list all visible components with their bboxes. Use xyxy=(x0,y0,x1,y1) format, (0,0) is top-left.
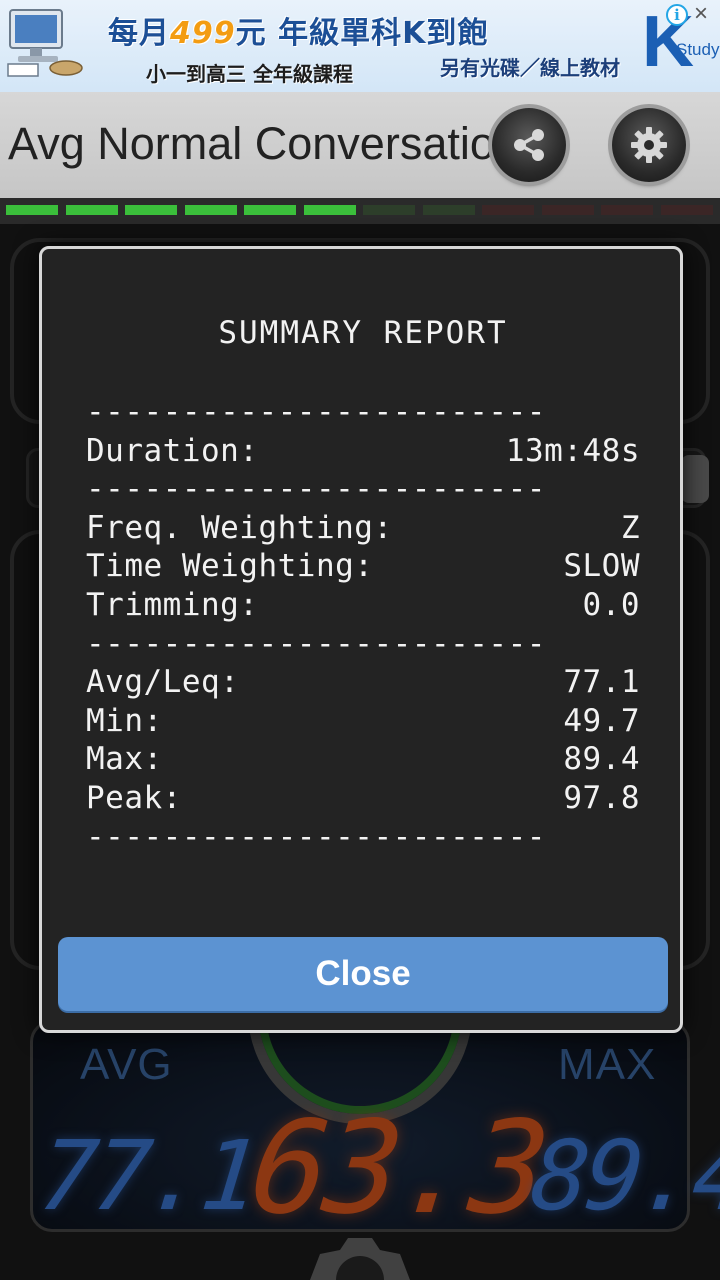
level-segment xyxy=(125,205,177,215)
share-icon xyxy=(514,129,544,161)
row-label: Min: xyxy=(86,702,163,739)
divider: ------------------------ xyxy=(86,818,546,855)
row-label: Freq. Weighting: xyxy=(86,509,393,546)
row-label: Time Weighting: xyxy=(86,548,374,585)
report-row-time-weighting: Time Weighting: SLOW xyxy=(86,547,640,586)
report-row-trimming: Trimming: 0.0 xyxy=(86,586,640,625)
report-row-freq-weighting: Freq. Weighting: Z xyxy=(86,509,640,548)
report-row-avg-leq: Avg/Leq: 77.1 xyxy=(86,663,640,702)
report-row-peak: Peak: 97.8 xyxy=(86,779,640,818)
ad-price: 499 xyxy=(170,16,236,51)
report-row-min: Min: 49.7 xyxy=(86,702,640,741)
level-segment xyxy=(6,205,58,215)
share-button[interactable] xyxy=(492,108,566,182)
level-segment xyxy=(660,205,713,215)
level-segment xyxy=(541,205,594,215)
row-value: 77.1 xyxy=(563,664,640,701)
ad-close-icon[interactable]: × xyxy=(694,2,708,26)
ad-logo-text: Study xyxy=(676,40,720,59)
divider: ------------------------ xyxy=(86,625,546,662)
row-label: Peak: xyxy=(86,779,182,816)
settings-button[interactable] xyxy=(612,108,686,182)
level-segment xyxy=(422,205,475,215)
level-segment xyxy=(65,205,118,215)
ad-subtitle-secondary: 另有光碟／線上教材 xyxy=(440,56,620,80)
row-value: 0.0 xyxy=(582,586,640,623)
row-label: Trimming: xyxy=(86,586,259,623)
row-label: Avg/Leq: xyxy=(86,664,240,701)
gear-icon xyxy=(631,127,667,163)
report-body: SUMMARY REPORT ------------------------ … xyxy=(86,309,640,856)
level-segment xyxy=(184,205,237,215)
ad-subtitle: 小一到高三 全年級課程 xyxy=(146,62,353,86)
row-value: 49.7 xyxy=(563,702,640,739)
row-value: 97.8 xyxy=(563,779,640,816)
level-segment xyxy=(244,205,296,215)
row-label: Max: xyxy=(86,741,163,778)
row-value: Z xyxy=(620,509,640,546)
row-value: 89.4 xyxy=(563,741,640,778)
summary-report-dialog: SUMMARY REPORT ------------------------ … xyxy=(39,246,683,1033)
computer-illustration-icon xyxy=(7,9,83,77)
ad-info-icon[interactable]: i xyxy=(666,4,688,26)
ad-headline: 每月499元 年級單科K到飽 xyxy=(108,16,489,51)
row-value: 13m:48s xyxy=(505,432,640,469)
page-title: Avg Normal Conversation xyxy=(8,118,492,169)
row-label: Duration: xyxy=(86,432,259,469)
divider: ------------------------ xyxy=(86,394,546,430)
level-meter xyxy=(0,198,720,224)
level-segment xyxy=(303,205,356,215)
title-bar: Avg Normal Conversation xyxy=(0,92,720,198)
level-segment xyxy=(601,205,653,215)
report-row-duration: Duration: 13m:48s xyxy=(86,432,640,471)
ad-banner[interactable]: 每月499元 年級單科K到飽 小一到高三 全年級課程 另有光碟／線上教材 K S… xyxy=(0,0,720,92)
close-button[interactable]: Close xyxy=(58,937,668,1011)
row-value: SLOW xyxy=(563,548,640,585)
level-segment xyxy=(482,205,534,215)
divider: ------------------------ xyxy=(86,471,546,508)
level-segment xyxy=(363,205,415,215)
report-row-max: Max: 89.4 xyxy=(86,740,640,779)
dialog-title: SUMMARY REPORT xyxy=(218,315,508,351)
